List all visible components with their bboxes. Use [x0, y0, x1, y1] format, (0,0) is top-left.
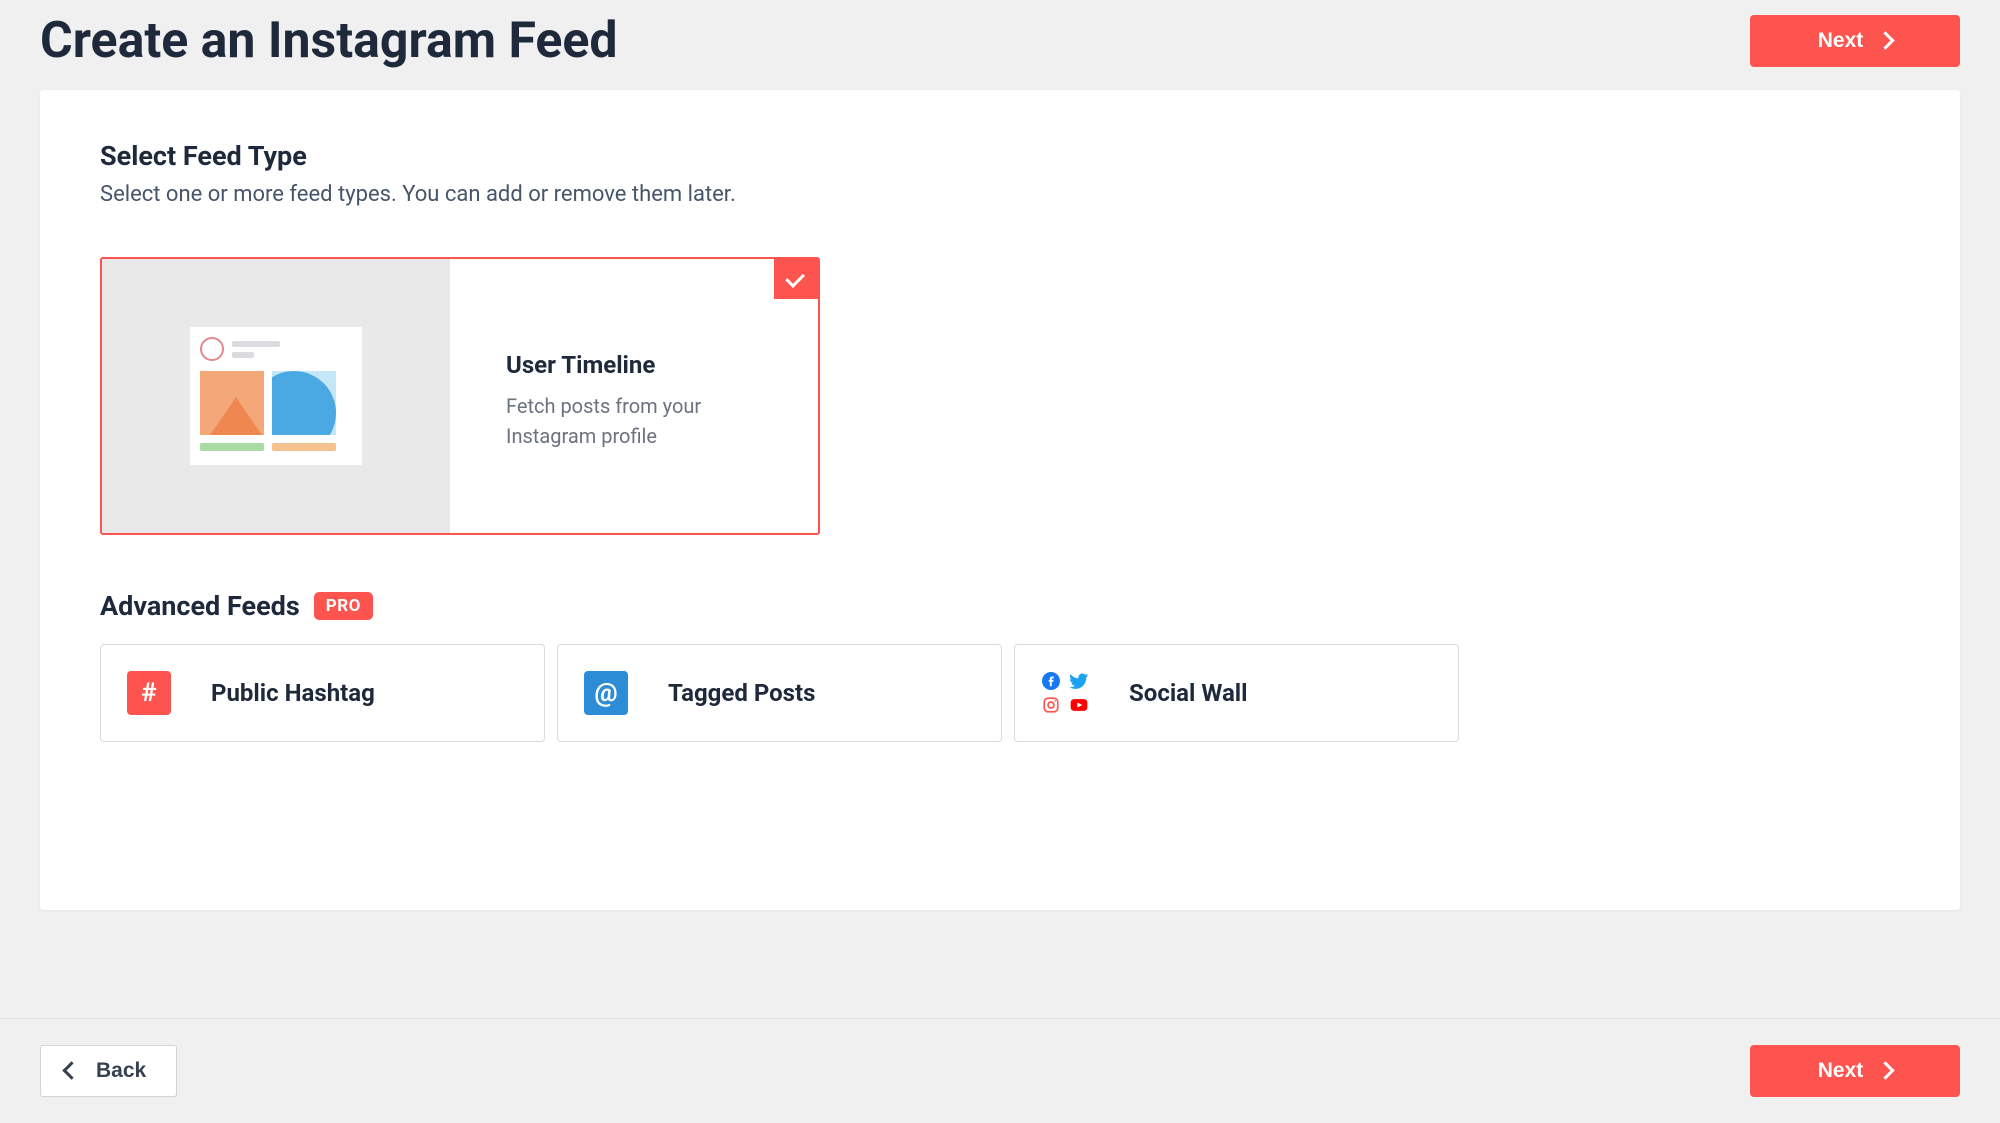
feed-option-user-timeline[interactable]: User Timeline Fetch posts from your Inst… [100, 257, 820, 535]
advanced-card-label: Social Wall [1129, 679, 1248, 707]
footer-bar: Back Next [0, 1018, 2000, 1123]
next-button-label: Next [1818, 1059, 1864, 1083]
feed-illustration [102, 259, 450, 533]
facebook-icon [1041, 671, 1061, 691]
twitter-icon [1069, 671, 1089, 691]
advanced-card-tagged-posts[interactable]: @ Tagged Posts [557, 644, 1002, 742]
youtube-icon [1069, 695, 1089, 715]
advanced-card-public-hashtag[interactable]: # Public Hashtag [100, 644, 545, 742]
advanced-card-label: Tagged Posts [668, 679, 815, 707]
feed-option-title: User Timeline [506, 351, 778, 379]
back-button-label: Back [96, 1059, 146, 1083]
selected-check-badge [774, 259, 818, 299]
section-title: Select Feed Type [100, 140, 1900, 172]
instagram-icon [1041, 695, 1061, 715]
advanced-card-social-wall[interactable]: Social Wall [1014, 644, 1459, 742]
feed-option-description: Fetch posts from your Instagram profile [506, 391, 746, 451]
mention-icon: @ [584, 671, 628, 715]
check-icon [788, 270, 805, 289]
next-button-top[interactable]: Next [1750, 15, 1960, 67]
pro-badge: PRO [314, 592, 373, 620]
advanced-feeds-title: Advanced Feeds [100, 590, 300, 622]
page-header: Create an Instagram Feed Next [0, 0, 2000, 90]
page-title: Create an Instagram Feed [40, 12, 618, 70]
chevron-right-icon [1879, 1059, 1892, 1083]
advanced-feeds-row: # Public Hashtag @ Tagged Posts [100, 644, 1900, 742]
chevron-left-icon [65, 1059, 78, 1083]
section-subtitle: Select one or more feed types. You can a… [100, 182, 1900, 207]
social-wall-icon [1041, 671, 1089, 715]
main-card: Select Feed Type Select one or more feed… [40, 90, 1960, 910]
advanced-card-label: Public Hashtag [211, 679, 375, 707]
back-button[interactable]: Back [40, 1045, 177, 1097]
hashtag-icon: # [127, 671, 171, 715]
chevron-right-icon [1879, 29, 1892, 53]
next-button-label: Next [1818, 29, 1864, 53]
advanced-feeds-header: Advanced Feeds PRO [100, 590, 1900, 622]
feed-option-text: User Timeline Fetch posts from your Inst… [450, 259, 818, 533]
next-button-bottom[interactable]: Next [1750, 1045, 1960, 1097]
